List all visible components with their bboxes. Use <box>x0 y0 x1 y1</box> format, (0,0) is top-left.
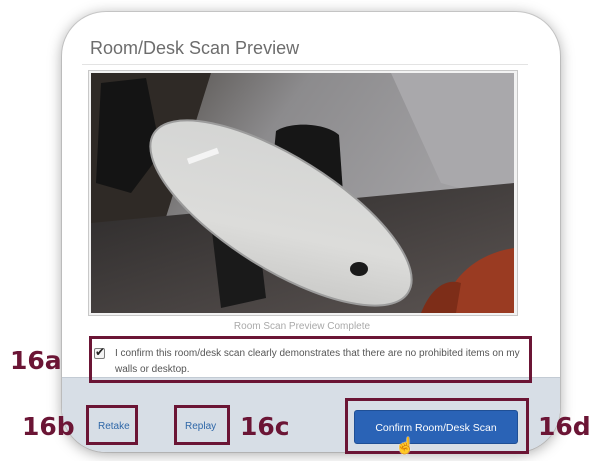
room-scan-video-still <box>91 73 514 313</box>
preview-status-text: Room Scan Preview Complete <box>233 321 371 332</box>
callout-label-16c: 16c <box>240 412 290 441</box>
callout-label-16d: 16d <box>538 412 590 441</box>
dialog-title: Room/Desk Scan Preview <box>90 38 300 58</box>
callout-label-16b: 16b <box>22 412 75 441</box>
confirm-room-desk-scan-button[interactable]: Confirm Room/Desk Scan <box>354 410 518 444</box>
retake-button[interactable]: Retake <box>98 421 130 432</box>
room-scan-video[interactable] <box>91 73 514 313</box>
replay-button[interactable]: Replay <box>185 421 216 432</box>
callout-box-16a <box>89 336 532 383</box>
hand-pointer-cursor-icon: ☝ <box>395 438 415 455</box>
callout-label-16a: 16a <box>10 346 62 375</box>
title-divider <box>82 64 528 65</box>
